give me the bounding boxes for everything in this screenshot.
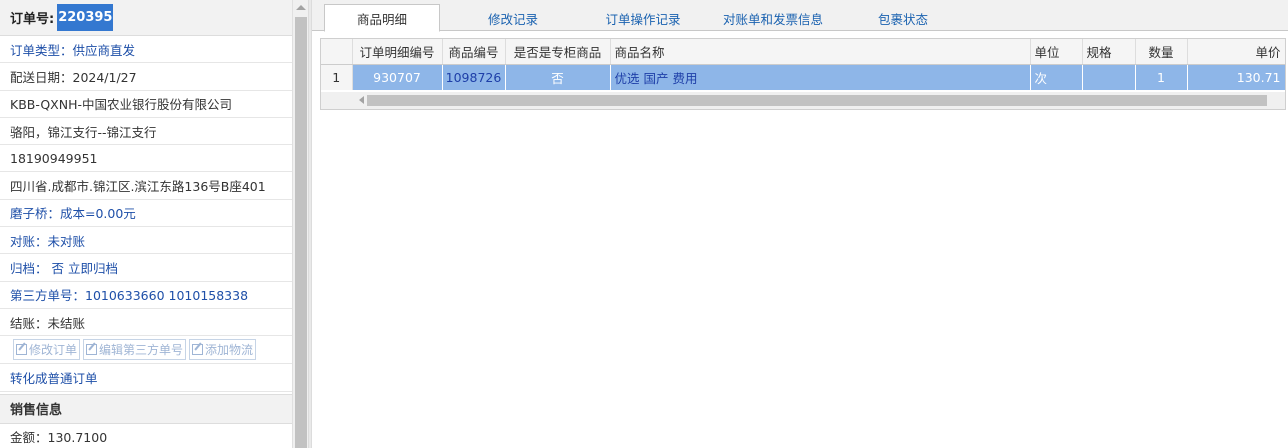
tab-modification-log[interactable]: 修改记录 bbox=[458, 4, 568, 32]
scroll-left-arrow-icon[interactable] bbox=[359, 96, 364, 104]
scroll-up-arrow-icon[interactable] bbox=[296, 5, 306, 10]
column-header[interactable]: 商品编号 bbox=[442, 39, 506, 65]
unit-cell: 次 bbox=[1030, 64, 1083, 90]
third-party-number-row: 第三方单号：1010633660 1010158338 bbox=[0, 282, 292, 309]
spec-cell bbox=[1082, 64, 1136, 90]
order-number-label: 订单号: bbox=[10, 12, 55, 27]
column-header[interactable]: 单位 bbox=[1030, 39, 1083, 65]
order-info-panel: 订单号: 220395 订单类型：供应商直发 配送日期：2024/1/27 KB… bbox=[0, 0, 292, 448]
left-panel-scrollbar[interactable] bbox=[292, 0, 308, 448]
address-row: 四川省.成都市.锦江区.滨江东路136号B座401 bbox=[0, 172, 292, 200]
column-header[interactable]: 订单明细编号 bbox=[352, 39, 443, 65]
quantity-cell: 1 bbox=[1135, 64, 1188, 90]
tab-order-operation-log[interactable]: 订单操作记录 bbox=[588, 4, 698, 32]
column-header[interactable]: 单价 bbox=[1187, 39, 1285, 65]
tab-package-status[interactable]: 包裹状态 bbox=[858, 4, 948, 32]
archive-row[interactable]: 归档： 否 立即归档 bbox=[0, 254, 292, 282]
edit-order-button[interactable]: 修改订单 bbox=[13, 339, 81, 361]
tab-product-details[interactable]: 商品明细 bbox=[324, 4, 440, 32]
column-header[interactable]: 商品名称 bbox=[610, 39, 1031, 65]
sales-info-header[interactable]: 销售信息 bbox=[0, 393, 292, 424]
edit-icon bbox=[16, 344, 27, 356]
order-type-row: 订单类型：供应商直发 bbox=[0, 36, 292, 64]
reconcile-row: 对账：未对账 bbox=[0, 227, 292, 255]
column-header[interactable]: 规格 bbox=[1082, 39, 1136, 65]
column-header[interactable]: 是否是专柜商品 bbox=[505, 39, 611, 65]
counter-product-cell: 否 bbox=[505, 64, 611, 90]
order-number-value[interactable]: 220395 bbox=[57, 4, 114, 31]
contact-branch-row: 骆阳，锦江支行--锦江支行 bbox=[0, 118, 292, 146]
convert-to-normal-order-link[interactable]: 转化成普通订单 bbox=[0, 364, 292, 392]
table-row[interactable]: 1 930707 1098726 否 优选 国产 费用 次 1 130.71 bbox=[321, 64, 1285, 90]
edit-third-party-number-button[interactable]: 编辑第三方单号 bbox=[83, 339, 187, 361]
product-detail-grid: 订单明细编号 商品编号 是否是专柜商品 商品名称 单位 规格 数量 单价 1 9… bbox=[320, 38, 1286, 110]
order-number-header: 订单号: 220395 bbox=[0, 0, 292, 36]
phone-row: 18190949951 bbox=[0, 145, 292, 173]
rownum-header bbox=[321, 39, 353, 65]
add-logistics-button[interactable]: 添加物流 bbox=[189, 339, 257, 361]
product-id-cell[interactable]: 1098726 bbox=[442, 64, 506, 90]
detail-tabs: 商品明细 修改记录 订单操作记录 对账单和发票信息 包裹状态 bbox=[312, 0, 1288, 32]
order-action-buttons: 修改订单 编辑第三方单号 添加物流 bbox=[0, 336, 292, 365]
edit-icon bbox=[86, 344, 98, 356]
grid-header-row: 订单明细编号 商品编号 是否是专柜商品 商品名称 单位 规格 数量 单价 bbox=[321, 39, 1285, 65]
column-header[interactable]: 数量 bbox=[1135, 39, 1188, 65]
row-number: 1 bbox=[321, 64, 353, 90]
detail-id-cell: 930707 bbox=[352, 64, 443, 90]
product-name-cell[interactable]: 优选 国产 费用 bbox=[610, 64, 1031, 90]
edit-icon bbox=[192, 344, 204, 356]
sales-amount-row: 金额：130.7100 bbox=[0, 424, 292, 448]
unit-price-cell: 130.71 bbox=[1187, 64, 1285, 90]
delivery-date-row: 配送日期：2024/1/27 bbox=[0, 63, 292, 91]
grid-horizontal-scrollbar[interactable] bbox=[321, 92, 1285, 109]
grid-scrollbar-thumb[interactable] bbox=[367, 95, 1267, 106]
customer-company-row: KBB-QXNH-中国农业银行股份有限公司 bbox=[0, 91, 292, 118]
cost-row: 磨子桥：成本=0.00元 bbox=[0, 200, 292, 228]
settlement-row: 结账：未结账 bbox=[0, 309, 292, 337]
detail-panel: 商品明细 修改记录 订单操作记录 对账单和发票信息 包裹状态 订单明细编号 商品… bbox=[312, 0, 1288, 448]
tab-statement-invoice[interactable]: 对账单和发票信息 bbox=[710, 4, 836, 32]
scrollbar-thumb[interactable] bbox=[295, 17, 307, 448]
